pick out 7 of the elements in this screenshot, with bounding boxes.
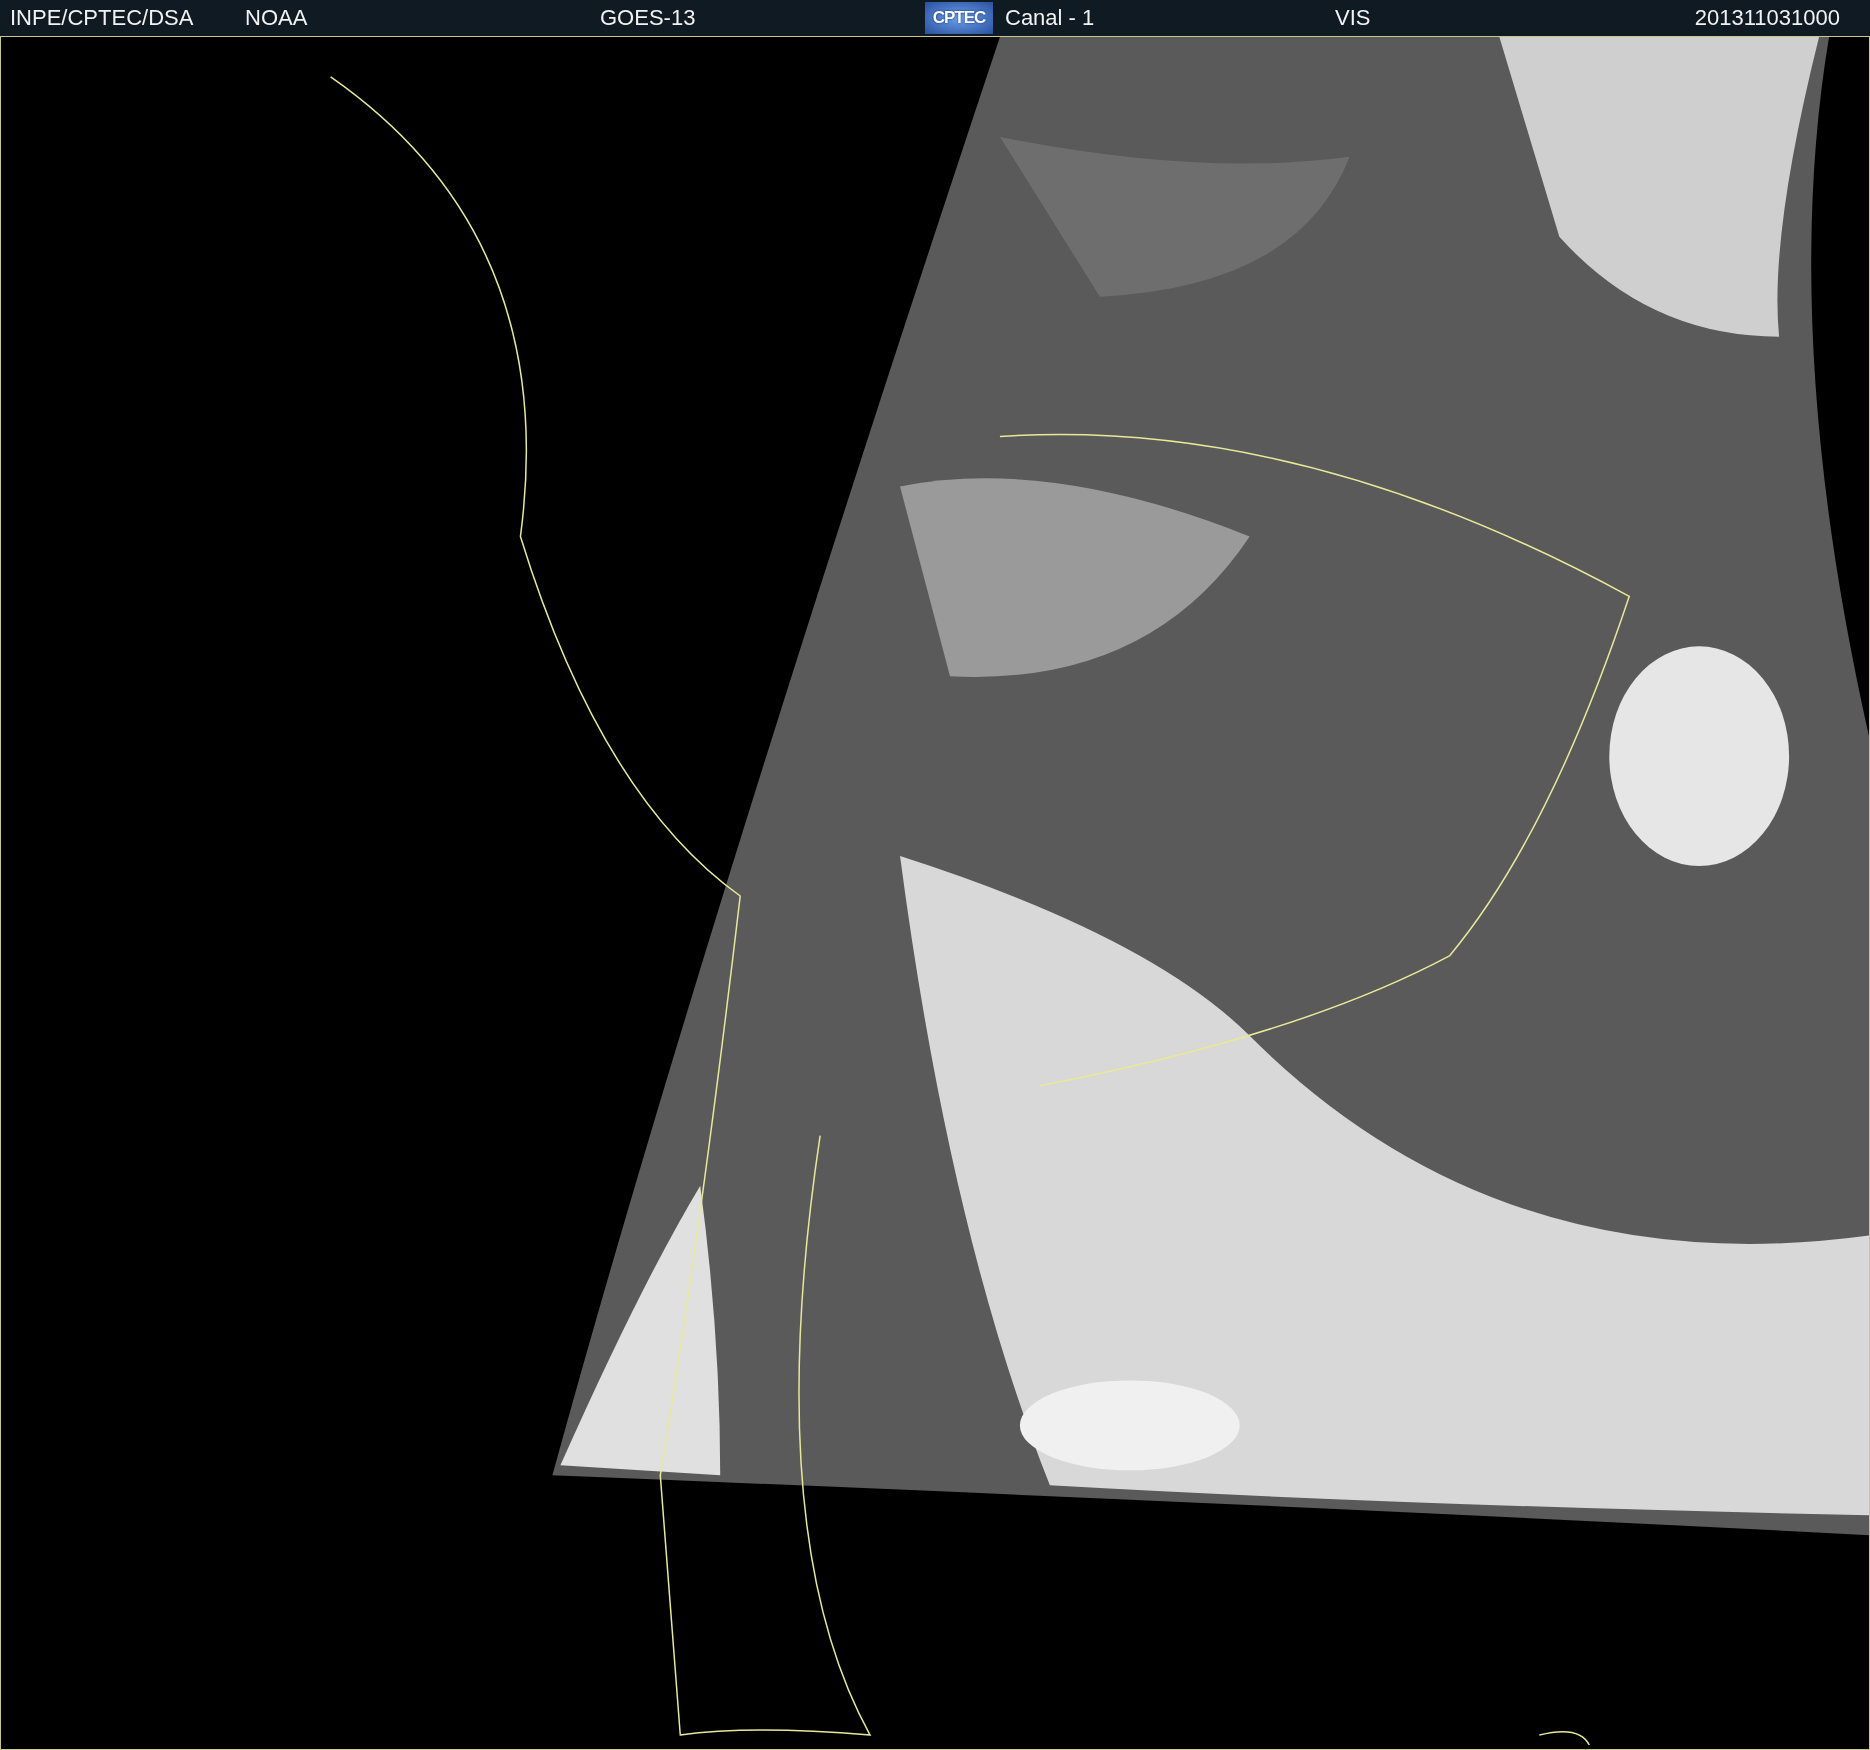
channel-label: Canal - 1 — [1005, 5, 1095, 31]
agency-label: NOAA — [245, 5, 308, 31]
logo: CPTEC — [925, 2, 993, 34]
institution-label: INPE/CPTEC/DSA — [10, 5, 194, 31]
timestamp-label: 201311031000 — [1694, 5, 1840, 31]
band-label: VIS — [1335, 5, 1371, 31]
satellite-label: GOES-13 — [600, 5, 696, 31]
